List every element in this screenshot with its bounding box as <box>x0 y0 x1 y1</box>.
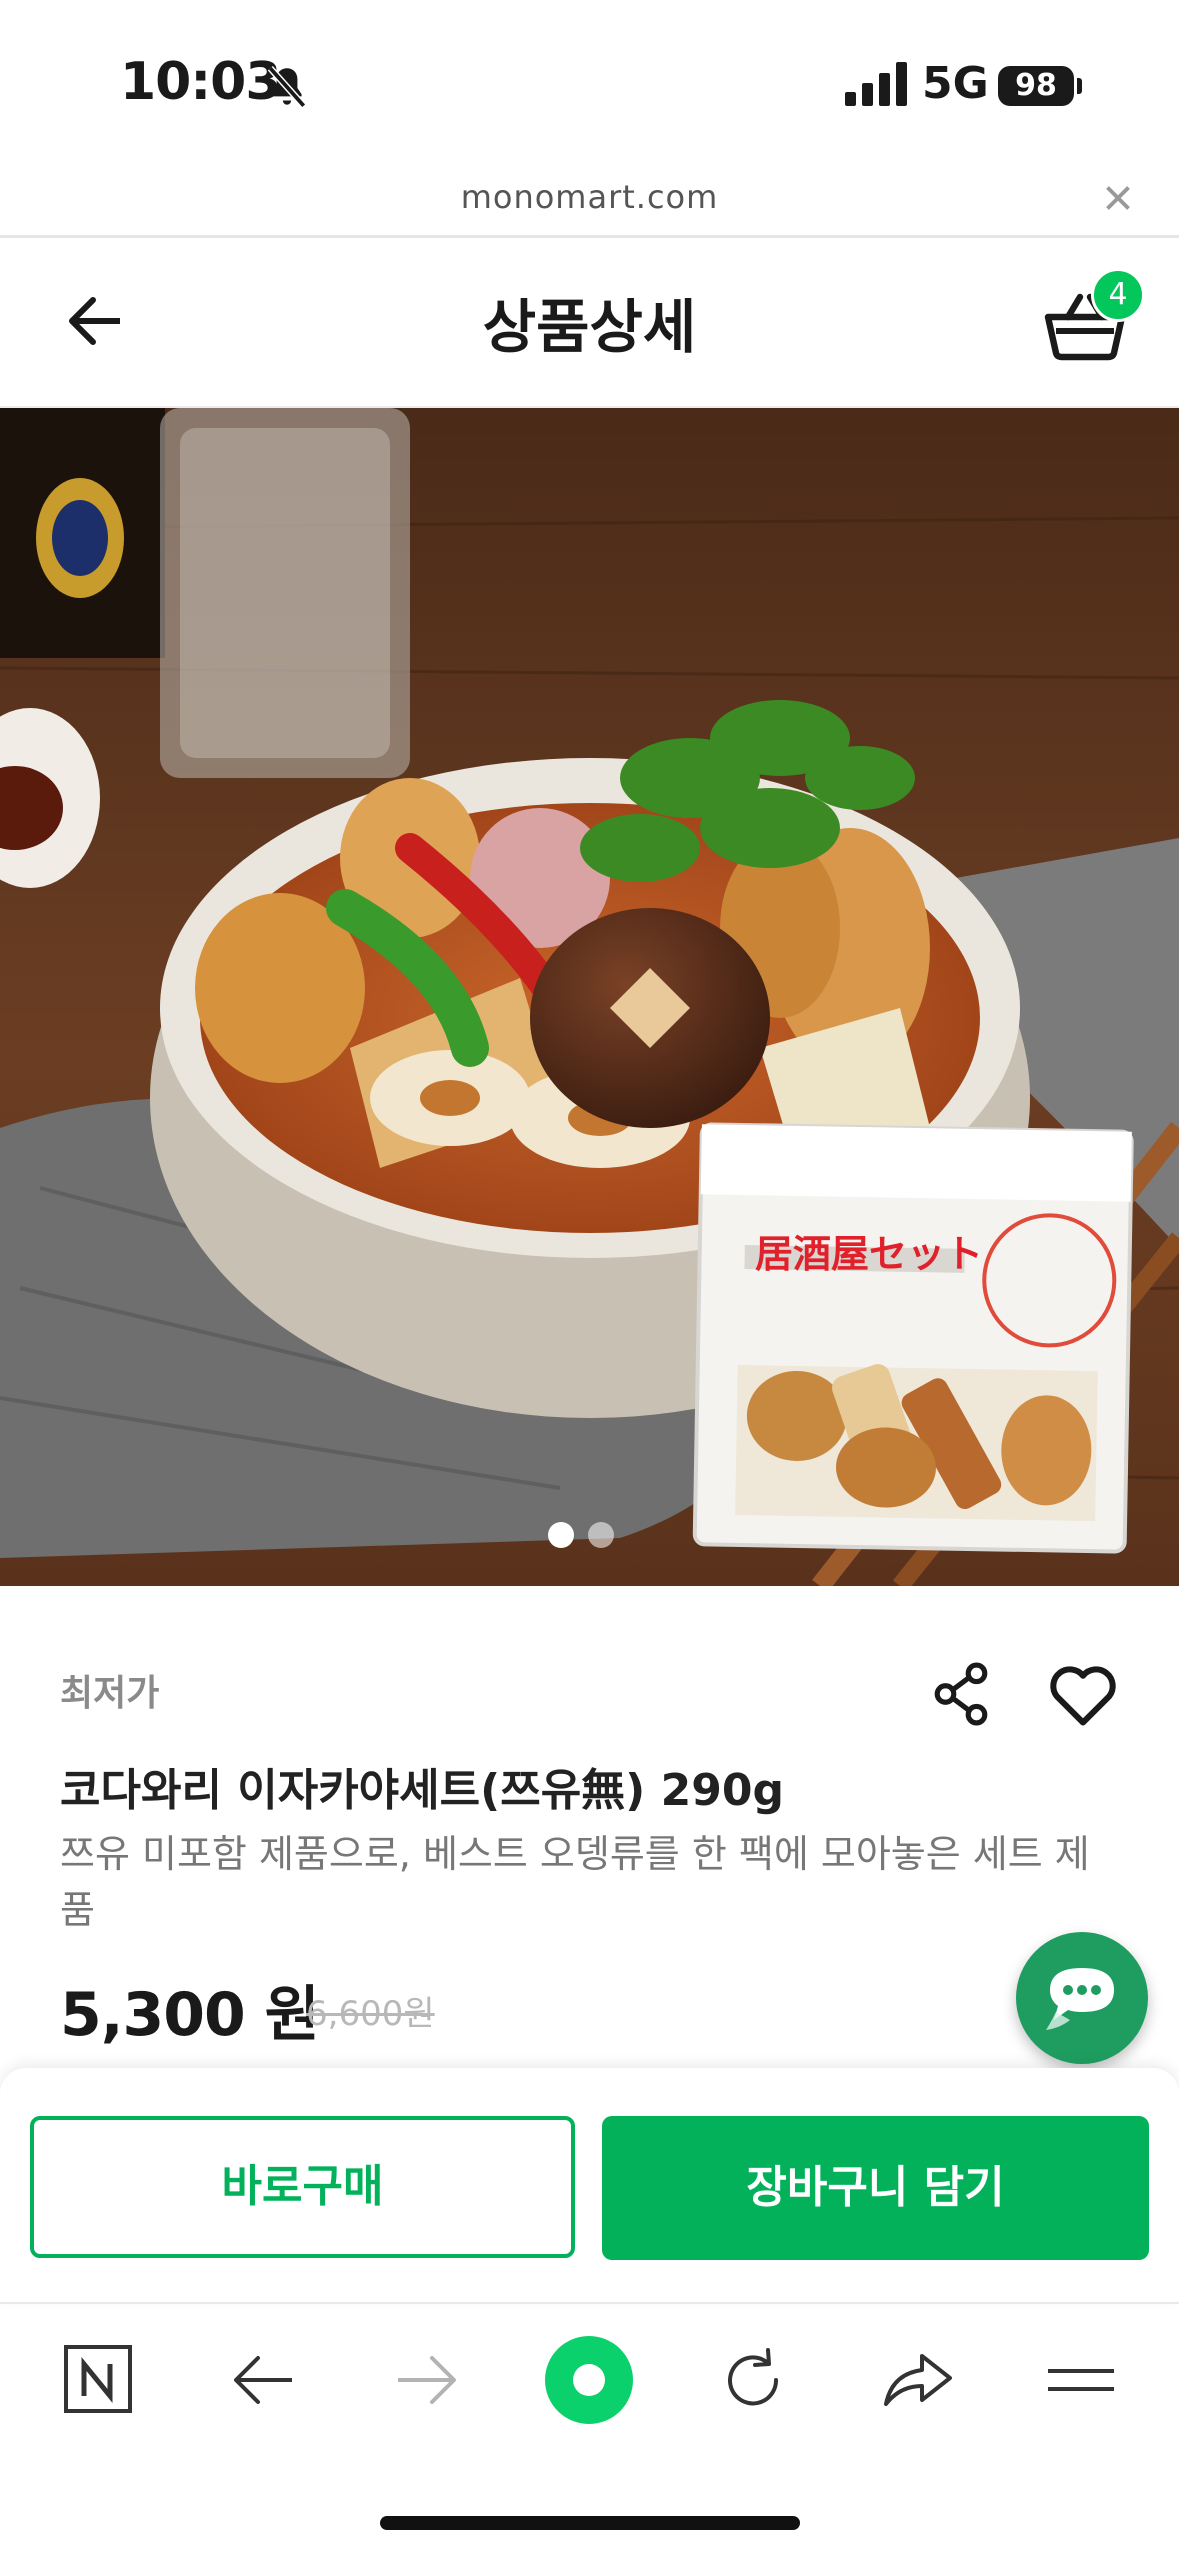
arrow-left-icon[interactable] <box>218 2342 308 2418</box>
product-name: 코다와리 이자카야세트(쯔유無) 290g <box>60 1765 784 1816</box>
battery-tip <box>1077 78 1082 94</box>
close-icon[interactable] <box>1100 180 1136 216</box>
url-divider <box>0 235 1179 238</box>
network-type: 5G <box>922 58 989 109</box>
buy-now-button[interactable]: 바로구매 <box>30 2116 575 2258</box>
chat-button[interactable] <box>1016 1932 1148 2064</box>
chat-icon <box>1046 1968 1114 2030</box>
battery-indicator: 98 <box>998 66 1074 106</box>
carousel-dots <box>548 1522 628 1552</box>
product-photo <box>0 408 1179 1586</box>
add-to-cart-button[interactable]: 장바구니 담기 <box>602 2116 1149 2260</box>
signal-icon <box>845 62 907 106</box>
share-icon[interactable] <box>930 1660 992 1728</box>
product-description: 쯔유 미포함 제품으로, 베스트 오뎅류를 한 팩에 모아놓은 세트 제품 <box>60 1832 1090 1932</box>
package-label: 居酒屋セット <box>755 1231 984 1276</box>
cart-count-badge: 4 <box>1091 268 1145 322</box>
url-text[interactable]: monomart.com <box>0 178 1179 216</box>
carousel-dot-2[interactable] <box>588 1522 614 1548</box>
browser-toolbar-divider <box>0 2302 1179 2304</box>
status-time: 10:03 <box>120 52 282 112</box>
original-price: 6,600원 <box>306 1994 435 2034</box>
menu-icon[interactable] <box>1036 2342 1126 2418</box>
refresh-icon[interactable] <box>708 2342 798 2418</box>
share-arrow-icon[interactable] <box>872 2342 962 2418</box>
green-dot-icon[interactable] <box>543 2334 635 2426</box>
sale-price: 5,300 원 <box>60 1980 320 2050</box>
heart-icon[interactable] <box>1046 1662 1120 1728</box>
arrow-right-icon[interactable] <box>382 2342 472 2418</box>
page-title: 상품상세 <box>482 293 697 361</box>
product-image[interactable]: 居酒屋セット <box>0 408 1179 1586</box>
naver-n-icon[interactable] <box>52 2342 142 2418</box>
bell-slash-icon <box>267 66 307 108</box>
carousel-dot-1[interactable] <box>548 1522 574 1548</box>
home-indicator[interactable] <box>380 2516 800 2530</box>
lowest-price-label: 최저가 <box>60 1673 160 1714</box>
